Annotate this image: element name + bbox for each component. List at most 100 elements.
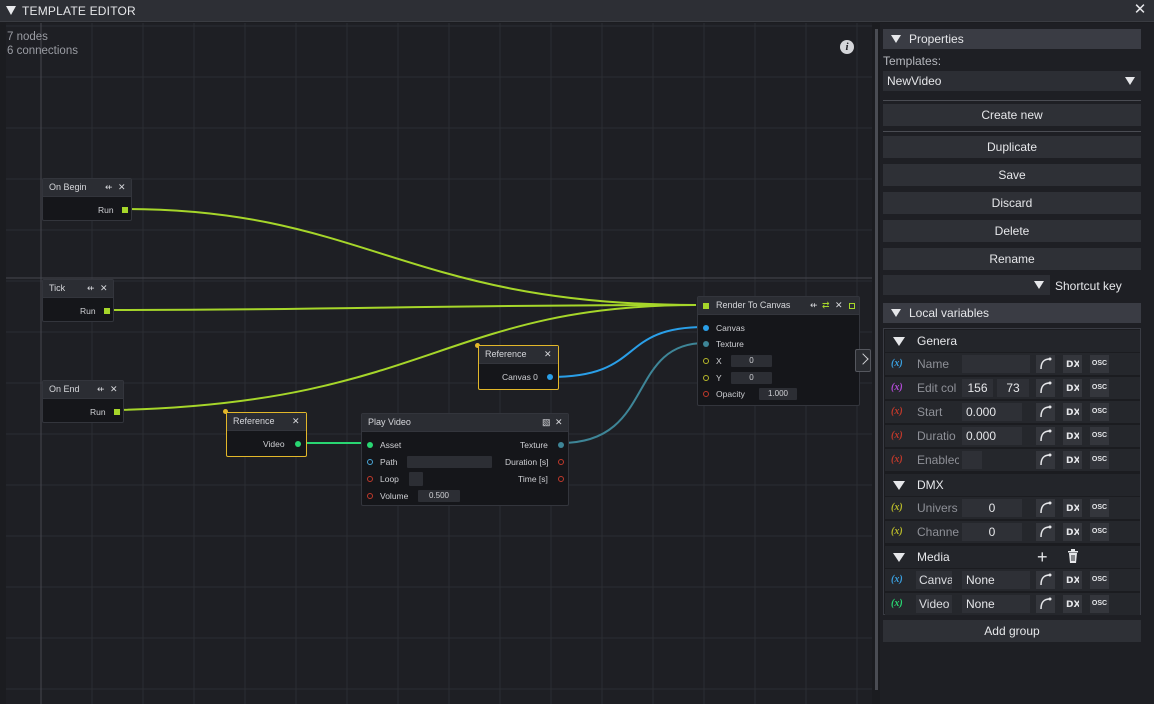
osc-button[interactable]: OSC [1090, 451, 1109, 469]
curve-icon[interactable] [1036, 499, 1055, 517]
image-icon[interactable]: ▧ [542, 414, 551, 431]
create-new-button[interactable]: Create new [883, 104, 1141, 126]
variable-value-field[interactable]: 0.000 [962, 427, 1022, 445]
dmx-icon[interactable]: DX [1063, 427, 1082, 445]
close-node-icon[interactable]: ✕ [835, 297, 843, 314]
pin-toggle-icon[interactable]: ⇷ [87, 280, 95, 297]
loop-icon[interactable]: ⇄ [822, 297, 830, 314]
node-graph-canvas[interactable]: 7 nodes 6 connections i On Begin ⇷ ✕ Run… [6, 23, 872, 704]
variable-checkbox[interactable] [962, 451, 982, 469]
duration-output-pin[interactable] [558, 459, 564, 465]
curve-icon[interactable] [1036, 427, 1055, 445]
template-select[interactable]: NewVideo [883, 71, 1141, 91]
pin-toggle-icon[interactable]: ⇷ [97, 381, 105, 398]
group-header-general[interactable]: Genera [885, 330, 1140, 352]
dmx-icon[interactable]: DX [1063, 595, 1082, 613]
osc-button[interactable]: OSC [1090, 355, 1109, 373]
curve-icon[interactable] [1036, 379, 1055, 397]
osc-button[interactable]: OSC [1090, 403, 1109, 421]
curve-icon[interactable] [1036, 595, 1055, 613]
time-output-pin[interactable] [558, 476, 564, 482]
node-reference-video[interactable]: Reference ✕ Video [226, 412, 307, 457]
close-node-icon[interactable]: ✕ [118, 179, 126, 196]
node-on-begin[interactable]: On Begin ⇷ ✕ Run [42, 178, 132, 221]
node-on-end[interactable]: On End ⇷ ✕ Run [42, 380, 124, 423]
dmx-icon[interactable]: DX [1063, 499, 1082, 517]
exec-output-pin[interactable] [122, 207, 128, 213]
x-input-pin[interactable] [703, 358, 709, 364]
dmx-icon[interactable]: DX [1063, 571, 1082, 589]
variable-name[interactable]: Channe [917, 525, 959, 539]
curve-icon[interactable] [1036, 355, 1055, 373]
dmx-icon[interactable]: DX [1063, 355, 1082, 373]
path-field[interactable] [407, 456, 492, 468]
properties-header[interactable]: Properties [883, 29, 1141, 49]
add-group-button[interactable]: Add group [883, 620, 1141, 642]
discard-button[interactable]: Discard [883, 192, 1141, 214]
opacity-input-pin[interactable] [703, 391, 709, 397]
pin-toggle-icon[interactable]: ⇷ [105, 179, 113, 196]
texture-output-pin[interactable] [558, 442, 564, 448]
variable-name[interactable]: Video [916, 595, 952, 613]
close-node-icon[interactable]: ✕ [555, 414, 563, 431]
variable-value-field[interactable]: 0 [962, 523, 1022, 541]
opacity-field[interactable]: 1.000 [759, 388, 797, 400]
variable-value-field[interactable]: 73 [997, 379, 1029, 397]
variable-value-field[interactable]: None [962, 595, 1030, 613]
exec-output-pin[interactable] [114, 409, 120, 415]
variable-value-field[interactable]: 156 [962, 379, 993, 397]
dmx-icon[interactable]: DX [1063, 403, 1082, 421]
variable-name[interactable]: Enablec [917, 453, 959, 467]
x-field[interactable]: 0 [731, 355, 772, 367]
osc-button[interactable]: OSC [1090, 499, 1109, 517]
pin-toggle-icon[interactable]: ⇷ [810, 297, 818, 314]
close-node-icon[interactable]: ✕ [544, 346, 552, 363]
exec-output-pin[interactable] [104, 308, 110, 314]
curve-icon[interactable] [1036, 571, 1055, 589]
osc-button[interactable]: OSC [1090, 379, 1109, 397]
dmx-icon[interactable]: DX [1063, 523, 1082, 541]
collapse-panel-button[interactable] [855, 349, 871, 372]
trash-icon[interactable] [1067, 549, 1079, 567]
variable-name[interactable]: Univers [917, 501, 959, 515]
node-play-video[interactable]: Play Video ▧ ✕ Asset Path Loop Volume 0.… [361, 413, 569, 506]
node-reference-canvas[interactable]: Reference ✕ Canvas 0 [478, 345, 559, 390]
volume-input-pin[interactable] [367, 493, 373, 499]
osc-button[interactable]: OSC [1090, 571, 1109, 589]
y-field[interactable]: 0 [731, 372, 772, 384]
variable-value-field[interactable] [962, 355, 1030, 373]
osc-button[interactable]: OSC [1090, 595, 1109, 613]
shortcut-key-select[interactable] [883, 275, 1050, 295]
save-button[interactable]: Save [883, 164, 1141, 186]
loop-checkbox[interactable] [409, 472, 423, 486]
collapse-window-icon[interactable] [6, 6, 16, 15]
variable-name[interactable]: Edit col [917, 381, 959, 395]
variable-name[interactable]: Duratio [917, 429, 959, 443]
path-input-pin[interactable] [367, 459, 373, 465]
canvas-input-pin[interactable] [703, 325, 709, 331]
variable-name[interactable]: Start [917, 405, 959, 419]
variable-value-field[interactable]: 0 [962, 499, 1022, 517]
rename-button[interactable]: Rename [883, 248, 1141, 270]
exec-input-pin[interactable] [703, 303, 709, 309]
duplicate-button[interactable]: Duplicate [883, 136, 1141, 158]
canvas-output-pin[interactable] [547, 374, 553, 380]
texture-input-pin[interactable] [703, 341, 709, 347]
variable-name[interactable]: Name [917, 357, 959, 371]
loop-input-pin[interactable] [367, 476, 373, 482]
close-window-icon[interactable]: ✕ [1132, 2, 1148, 18]
node-tick[interactable]: Tick ⇷ ✕ Run [42, 279, 114, 322]
delete-button[interactable]: Delete [883, 220, 1141, 242]
variable-value-field[interactable]: None [962, 571, 1030, 589]
close-node-icon[interactable]: ✕ [110, 381, 118, 398]
asset-input-pin[interactable] [367, 442, 373, 448]
curve-icon[interactable] [1036, 451, 1055, 469]
add-variable-icon[interactable]: + [1037, 546, 1048, 568]
osc-button[interactable]: OSC [1090, 523, 1109, 541]
panel-splitter[interactable] [875, 29, 878, 690]
local-variables-header[interactable]: Local variables [883, 303, 1141, 323]
osc-button[interactable]: OSC [1090, 427, 1109, 445]
group-header-media[interactable]: Media + [885, 546, 1140, 568]
dmx-icon[interactable]: DX [1063, 451, 1082, 469]
dmx-icon[interactable]: DX [1063, 379, 1082, 397]
